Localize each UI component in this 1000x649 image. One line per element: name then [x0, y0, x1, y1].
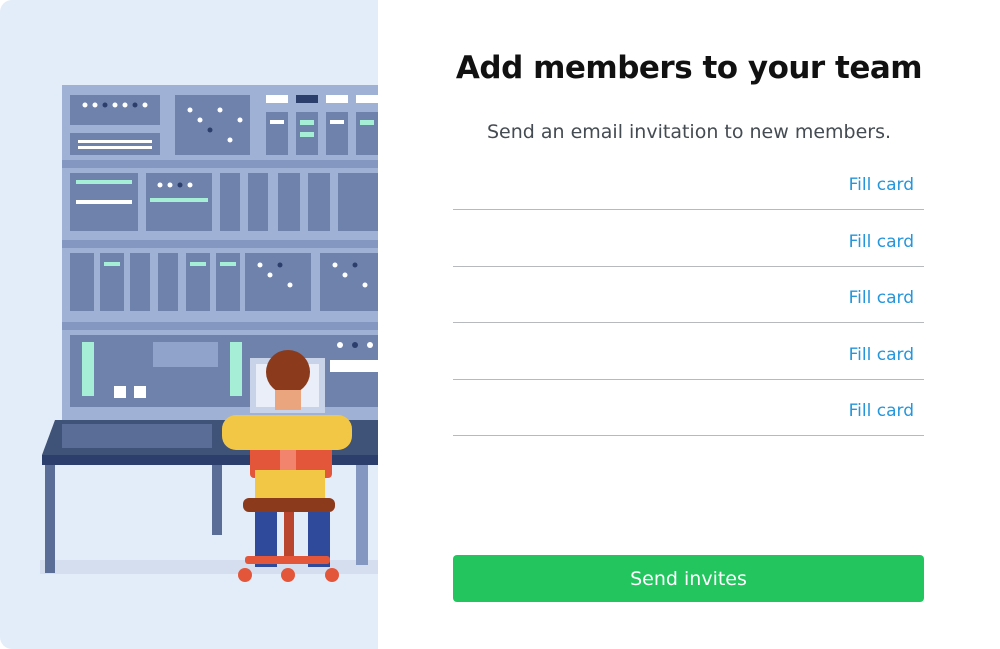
email-input-2[interactable]: [453, 234, 813, 260]
fill-card-link-4[interactable]: Fill card: [849, 345, 914, 365]
fill-card-link-1[interactable]: Fill card: [849, 175, 914, 195]
email-input-3[interactable]: [453, 290, 813, 316]
control-room-illustration: [0, 0, 378, 649]
fill-card-link-3[interactable]: Fill card: [849, 288, 914, 308]
email-field-5: Fill card: [453, 397, 924, 436]
email-input-1[interactable]: [453, 177, 813, 203]
invite-form: Add members to your team Send an email i…: [378, 0, 1000, 649]
dialog-subtitle: Send an email invitation to new members.: [486, 121, 892, 143]
email-field-3: Fill card: [453, 284, 924, 323]
email-field-4: Fill card: [453, 341, 924, 380]
dialog-title: Add members to your team: [455, 50, 923, 86]
email-input-4[interactable]: [453, 347, 813, 373]
invite-members-card: Add members to your team Send an email i…: [0, 0, 1000, 649]
send-invites-button[interactable]: Send invites: [453, 555, 924, 602]
fill-card-link-5[interactable]: Fill card: [849, 401, 914, 421]
email-field-2: Fill card: [453, 228, 924, 267]
email-input-5[interactable]: [453, 403, 813, 429]
fill-card-link-2[interactable]: Fill card: [849, 232, 914, 252]
email-field-1: Fill card: [453, 171, 924, 210]
